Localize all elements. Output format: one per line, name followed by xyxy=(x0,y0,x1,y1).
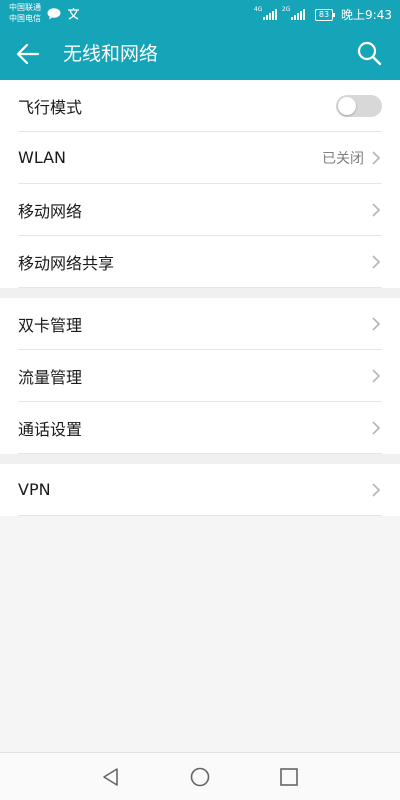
tethering-row[interactable]: 移动网络共享 xyxy=(18,236,382,288)
dual-sim-row[interactable]: 双卡管理 xyxy=(18,298,382,350)
airplane-mode-toggle[interactable] xyxy=(336,94,382,117)
navigation-bar xyxy=(0,752,400,800)
toggle-knob xyxy=(338,96,356,115)
back-triangle-icon[interactable] xyxy=(99,765,123,789)
battery-icon: 83 xyxy=(314,8,336,21)
search-icon[interactable] xyxy=(356,40,382,66)
mobile-network-row[interactable]: 移动网络 xyxy=(18,184,382,236)
group-divider xyxy=(0,288,400,298)
network-type-1: 4G xyxy=(253,6,263,13)
status-bar: 中国联通 中国电信 4G 2G 83 晚上9:43 xyxy=(0,0,400,28)
signal-icon-2: 2G xyxy=(282,6,305,20)
chevron-right-icon xyxy=(372,316,381,331)
vpn-row[interactable]: VPN xyxy=(18,464,382,516)
status-right: 4G 2G 83 晚上9:43 xyxy=(254,6,392,23)
chevron-right-icon xyxy=(372,254,381,269)
wlan-status: 已关闭 xyxy=(322,150,364,167)
settings-group-3: VPN xyxy=(0,464,400,516)
network-type-2: 2G xyxy=(281,6,291,13)
settings-list: 飞行模式 WLAN 已关闭 移动网络 移动网络共享 双卡管理 流量管理 通话设置… xyxy=(0,80,400,516)
dual-sim-label: 双卡管理 xyxy=(18,315,83,335)
tethering-label: 移动网络共享 xyxy=(18,253,115,273)
chevron-right-icon xyxy=(372,150,381,165)
call-settings-row[interactable]: 通话设置 xyxy=(18,402,382,454)
page-title: 无线和网络 xyxy=(63,43,159,65)
wlan-row[interactable]: WLAN 已关闭 xyxy=(18,132,382,184)
airplane-mode-row[interactable]: 飞行模式 xyxy=(18,80,382,132)
wlan-label: WLAN xyxy=(18,148,67,167)
vpn-label: VPN xyxy=(18,480,51,499)
translate-icon xyxy=(68,8,79,20)
signal-icon-1: 4G xyxy=(254,6,277,20)
chat-bubble-icon xyxy=(47,7,61,19)
clock: 晚上9:43 xyxy=(341,8,392,22)
chevron-right-icon xyxy=(372,368,381,383)
carrier-2: 中国电信 xyxy=(9,14,41,23)
recents-square-icon[interactable] xyxy=(277,765,301,789)
chevron-right-icon xyxy=(372,202,381,217)
mobile-network-label: 移动网络 xyxy=(18,201,83,221)
data-usage-label: 流量管理 xyxy=(18,367,83,387)
settings-group-1: 飞行模式 WLAN 已关闭 移动网络 移动网络共享 xyxy=(0,80,400,288)
app-bar: 无线和网络 xyxy=(0,28,400,80)
carrier-1: 中国联通 xyxy=(9,3,41,12)
data-usage-row[interactable]: 流量管理 xyxy=(18,350,382,402)
home-circle-icon[interactable] xyxy=(188,765,212,789)
notification-icons xyxy=(47,7,80,20)
wlan-right: 已关闭 xyxy=(322,148,382,168)
group-divider xyxy=(0,454,400,464)
call-settings-label: 通话设置 xyxy=(18,419,83,439)
settings-group-2: 双卡管理 流量管理 通话设置 xyxy=(0,298,400,454)
chevron-right-icon xyxy=(372,482,381,497)
back-arrow-icon[interactable] xyxy=(14,40,42,68)
chevron-right-icon xyxy=(372,420,381,435)
carriers: 中国联通 中国电信 xyxy=(9,2,41,24)
airplane-mode-label: 飞行模式 xyxy=(18,97,83,117)
